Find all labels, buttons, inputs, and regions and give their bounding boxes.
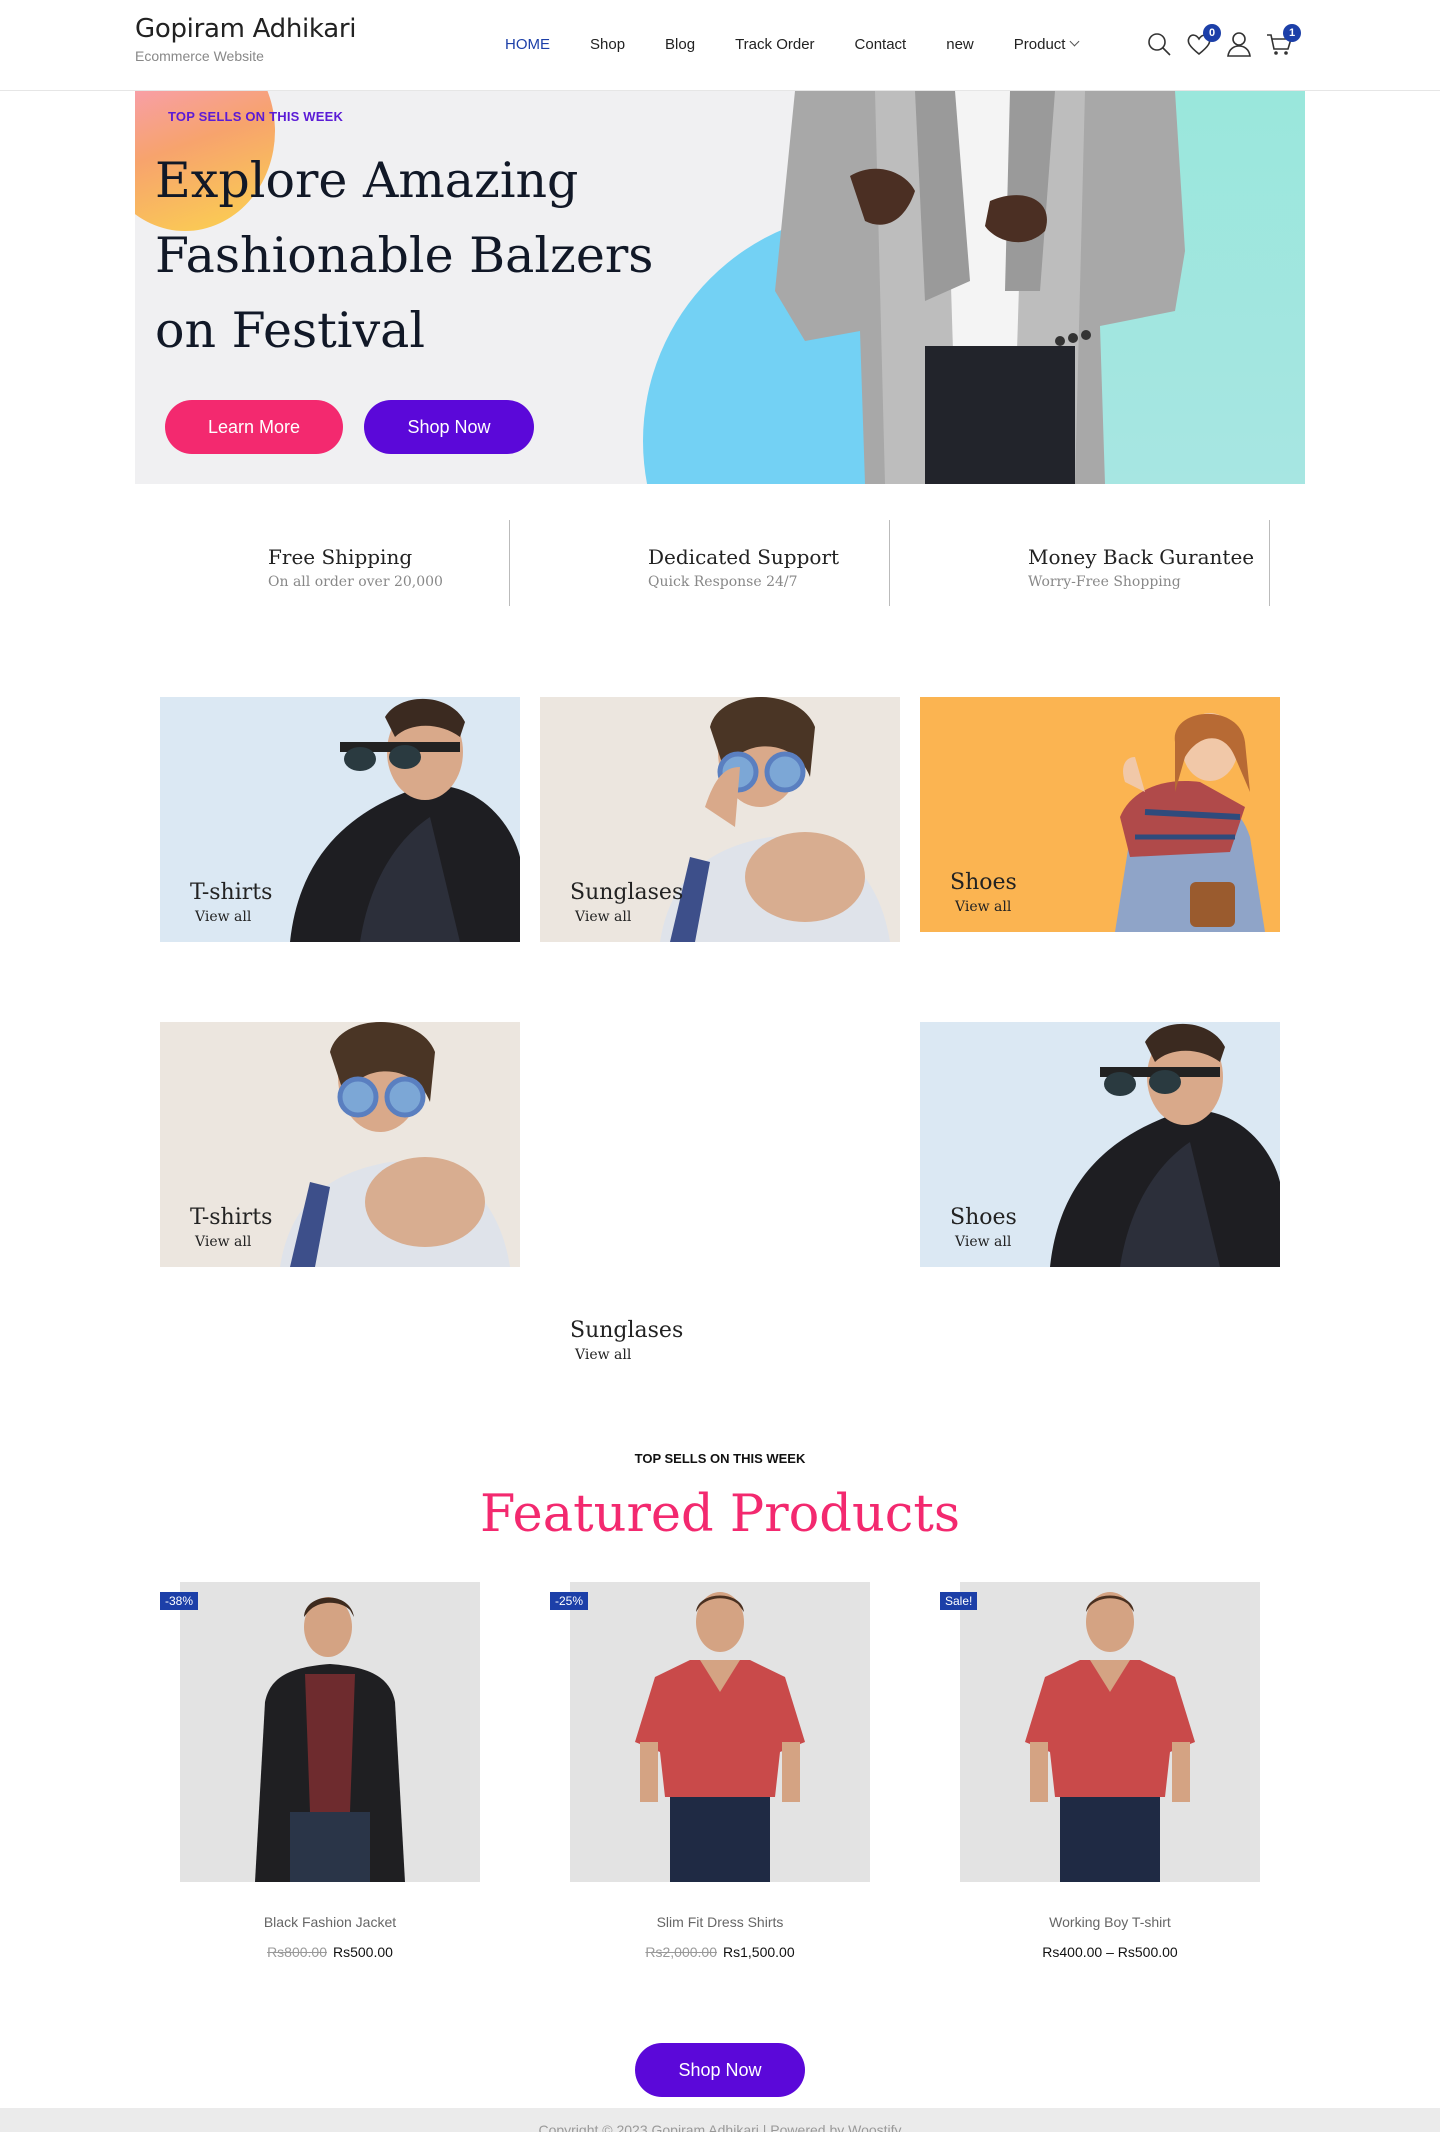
hero-heading-line: Fashionable Balzers bbox=[155, 227, 654, 284]
shop-now-button[interactable]: Shop Now bbox=[635, 2043, 805, 2097]
category-card-tshirts[interactable]: T-shirts View all bbox=[160, 697, 520, 942]
category-view-all-link[interactable]: View all bbox=[195, 909, 251, 925]
discount-badge: -38% bbox=[160, 1592, 199, 1610]
category-view-all-link[interactable]: View all bbox=[575, 909, 631, 925]
category-name: Sunglases bbox=[570, 880, 684, 905]
product-price: Rs800.00 Rs500.00 bbox=[180, 1944, 480, 1960]
feature-title: Free Shipping bbox=[268, 545, 413, 569]
wishlist-heart-icon[interactable]: 0 bbox=[1185, 24, 1221, 58]
category-image bbox=[1115, 713, 1265, 932]
product-card[interactable]: -25% Slim Fit Dress Shirts Rs2,000.00 Rs1… bbox=[550, 1582, 870, 1960]
product-name[interactable]: Working Boy T-shirt bbox=[960, 1914, 1260, 1930]
feature-subtitle: On all order over 20,000 bbox=[268, 574, 443, 590]
nav-product-label[interactable]: Product bbox=[1014, 36, 1066, 53]
product-name[interactable]: Black Fashion Jacket bbox=[180, 1914, 480, 1930]
category-view-all-link[interactable]: View all bbox=[955, 899, 1011, 915]
site-footer: Copyright © 2023 Gopiram Adhikari | Powe… bbox=[0, 2108, 1440, 2132]
nav-contact[interactable]: Contact bbox=[855, 36, 907, 54]
learn-more-button[interactable]: Learn More bbox=[165, 400, 343, 454]
category-view-all-link[interactable]: View all bbox=[955, 1234, 1011, 1250]
nav-track-order[interactable]: Track Order bbox=[735, 36, 814, 54]
site-tagline: Ecommerce Website bbox=[135, 48, 264, 64]
featured-kicker: TOP SELLS ON THIS WEEK bbox=[634, 1451, 806, 1466]
feature-money-back: Money Back Gurantee Worry-Free Shopping bbox=[895, 520, 1270, 606]
wishlist-count-badge: 0 bbox=[1203, 24, 1221, 42]
discount-badge: -25% bbox=[550, 1592, 589, 1610]
product-card[interactable]: -38% Black Fashion Jacket Rs800.00 Rs500.… bbox=[160, 1582, 480, 1960]
site-header: Gopiram Adhikari Ecommerce Website HOME … bbox=[0, 0, 1440, 91]
category-name: Shoes bbox=[950, 1205, 1017, 1230]
hero-model-image bbox=[775, 91, 1185, 484]
search-icon[interactable] bbox=[1145, 30, 1173, 58]
category-image bbox=[1050, 1023, 1280, 1267]
feature-subtitle: Quick Response 24/7 bbox=[648, 574, 798, 590]
category-name: Shoes bbox=[950, 870, 1017, 895]
category-name: Sunglases bbox=[570, 1318, 684, 1343]
feature-title: Money Back Gurantee bbox=[1028, 545, 1255, 569]
features-strip: Free Shipping On all order over 20,000 D… bbox=[135, 520, 1305, 610]
copyright-text: Copyright © 2023 Gopiram Adhikari | Powe… bbox=[538, 2122, 902, 2132]
product-price: Rs2,000.00 Rs1,500.00 bbox=[570, 1944, 870, 1960]
category-card-sunglasses[interactable]: Sunglases View all bbox=[540, 697, 900, 942]
featured-title: Featured Products bbox=[479, 1485, 961, 1544]
nav-home[interactable]: HOME bbox=[505, 36, 550, 54]
product-old-price: Rs800.00 bbox=[267, 1944, 327, 1960]
product-old-price: Rs2,000.00 bbox=[645, 1944, 717, 1960]
category-card-shoes-2[interactable]: Shoes View all bbox=[920, 1022, 1280, 1267]
hero-heading-line: on Festival bbox=[155, 302, 426, 359]
nav-product[interactable]: Product bbox=[1014, 36, 1080, 54]
category-card-sunglasses-2[interactable]: Sunglases View all bbox=[540, 1310, 900, 1370]
category-image bbox=[280, 1022, 510, 1267]
hero-kicker: TOP SELLS ON THIS WEEK bbox=[168, 109, 344, 124]
product-price: Rs400.00 – Rs500.00 bbox=[960, 1944, 1260, 1960]
main-nav: HOME Shop Blog Track Order Contact new P… bbox=[505, 36, 1080, 54]
brand[interactable]: Gopiram Adhikari Ecommerce Website bbox=[135, 14, 356, 64]
category-name: T-shirts bbox=[190, 1205, 273, 1230]
product-card[interactable]: Sale! Working Boy T-shirt Rs400.00 – Rs5… bbox=[940, 1582, 1260, 1960]
nav-blog[interactable]: Blog bbox=[665, 36, 695, 54]
feature-subtitle: Worry-Free Shopping bbox=[1028, 574, 1181, 590]
hero-banner: TOP SELLS ON THIS WEEK Explore Amazing F… bbox=[135, 91, 1305, 484]
header-icons: 0 1 bbox=[1145, 24, 1301, 58]
category-name: T-shirts bbox=[190, 880, 273, 905]
feature-free-shipping: Free Shipping On all order over 20,000 bbox=[135, 520, 510, 606]
site-title[interactable]: Gopiram Adhikari bbox=[135, 14, 356, 44]
product-image[interactable] bbox=[960, 1582, 1260, 1882]
feature-dedicated-support: Dedicated Support Quick Response 24/7 bbox=[515, 520, 890, 606]
category-view-all-link[interactable]: View all bbox=[195, 1234, 251, 1250]
category-image bbox=[290, 698, 520, 942]
category-card-shoes[interactable]: Shoes View all bbox=[920, 697, 1280, 932]
sale-badge: Sale! bbox=[940, 1592, 978, 1610]
account-user-icon[interactable] bbox=[1225, 30, 1253, 58]
chevron-down-icon bbox=[1070, 36, 1080, 47]
product-current-price: Rs400.00 – Rs500.00 bbox=[1042, 1944, 1178, 1960]
product-current-price: Rs1,500.00 bbox=[723, 1944, 795, 1960]
feature-title: Dedicated Support bbox=[648, 545, 840, 569]
product-name[interactable]: Slim Fit Dress Shirts bbox=[570, 1914, 870, 1930]
category-image bbox=[660, 697, 890, 942]
hero-shop-now-button[interactable]: Shop Now bbox=[364, 400, 534, 454]
product-current-price: Rs500.00 bbox=[333, 1944, 393, 1960]
category-view-all-link[interactable]: View all bbox=[575, 1347, 631, 1363]
cart-icon[interactable]: 1 bbox=[1265, 24, 1301, 58]
hero-heading: Explore Amazing Fashionable Balzers on F… bbox=[155, 143, 675, 368]
product-image[interactable] bbox=[180, 1582, 480, 1882]
product-image[interactable] bbox=[570, 1582, 870, 1882]
cart-count-badge: 1 bbox=[1283, 24, 1301, 42]
category-card-tshirts-2[interactable]: T-shirts View all bbox=[160, 1022, 520, 1267]
nav-shop[interactable]: Shop bbox=[590, 36, 625, 54]
nav-new[interactable]: new bbox=[946, 36, 974, 54]
hero-heading-line: Explore Amazing bbox=[155, 152, 579, 209]
